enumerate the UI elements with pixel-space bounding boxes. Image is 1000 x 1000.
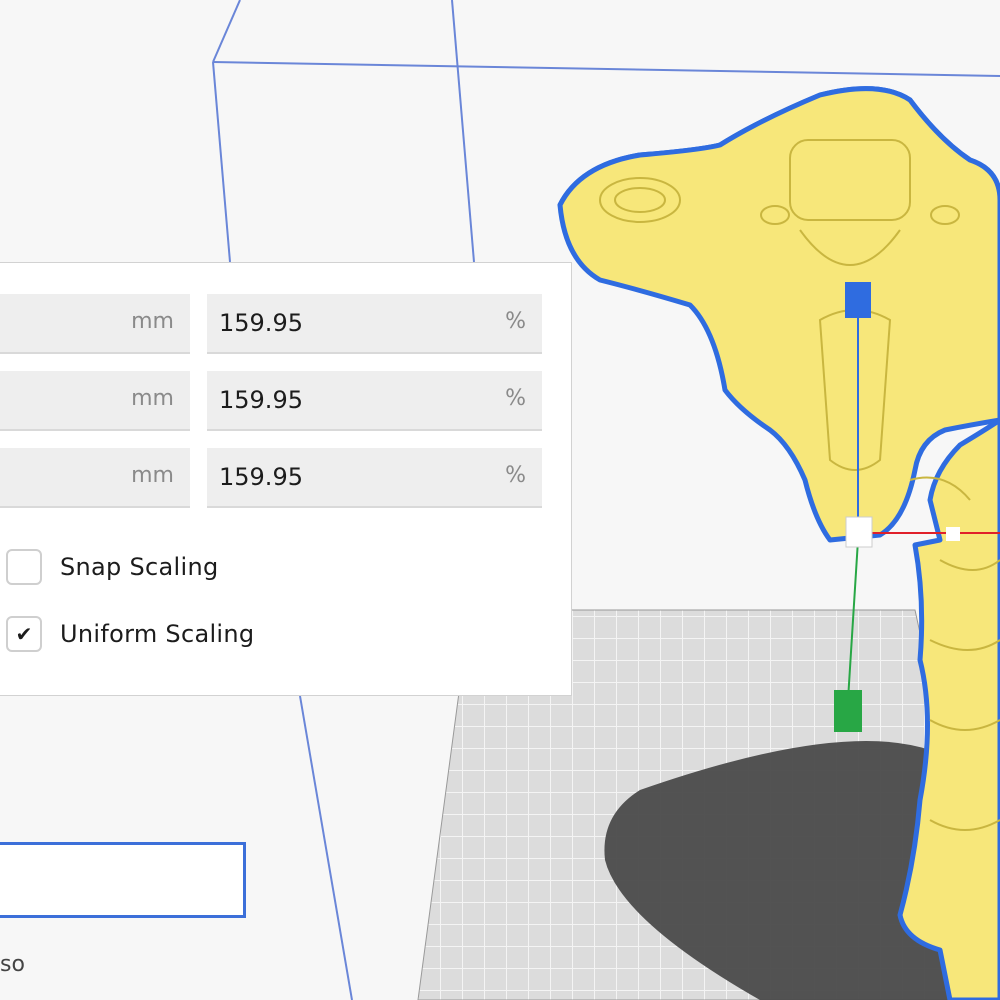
y-size-unit: mm (131, 386, 174, 411)
y-percent-unit: % (505, 386, 526, 411)
uniform-scaling-checkbox[interactable]: ✔ (6, 616, 42, 652)
x-percent-unit: % (505, 309, 526, 334)
y-scale-handle-icon[interactable] (834, 690, 862, 732)
center-scale-handle-icon[interactable] (845, 516, 873, 548)
text-input-field[interactable] (0, 842, 246, 918)
x-percent-value: 159.95 (219, 309, 303, 337)
z-percent-unit: % (505, 463, 526, 488)
uniform-scaling-label: Uniform Scaling (60, 620, 255, 648)
y-size-field[interactable]: mm (0, 371, 190, 431)
y-percent-value: 159.95 (219, 386, 303, 414)
partial-label: so (0, 952, 25, 977)
y-percent-field[interactable]: 159.95 % (207, 371, 542, 431)
scale-tool-panel: mm 159.95 % mm 159.95 % mm 159.95 % Snap… (0, 262, 572, 696)
snap-scaling-checkbox[interactable] (6, 549, 42, 585)
x-size-field[interactable]: mm (0, 294, 190, 354)
x-percent-field[interactable]: 159.95 % (207, 294, 542, 354)
snap-scaling-label: Snap Scaling (60, 553, 219, 581)
checkmark-icon: ✔ (15, 622, 33, 646)
z-percent-value: 159.95 (219, 463, 303, 491)
z-size-unit: mm (131, 463, 174, 488)
x-scale-handle-icon[interactable] (946, 527, 960, 541)
z-scale-handle-icon[interactable] (845, 282, 871, 318)
z-size-field[interactable]: mm (0, 448, 190, 508)
x-size-unit: mm (131, 309, 174, 334)
z-percent-field[interactable]: 159.95 % (207, 448, 542, 508)
